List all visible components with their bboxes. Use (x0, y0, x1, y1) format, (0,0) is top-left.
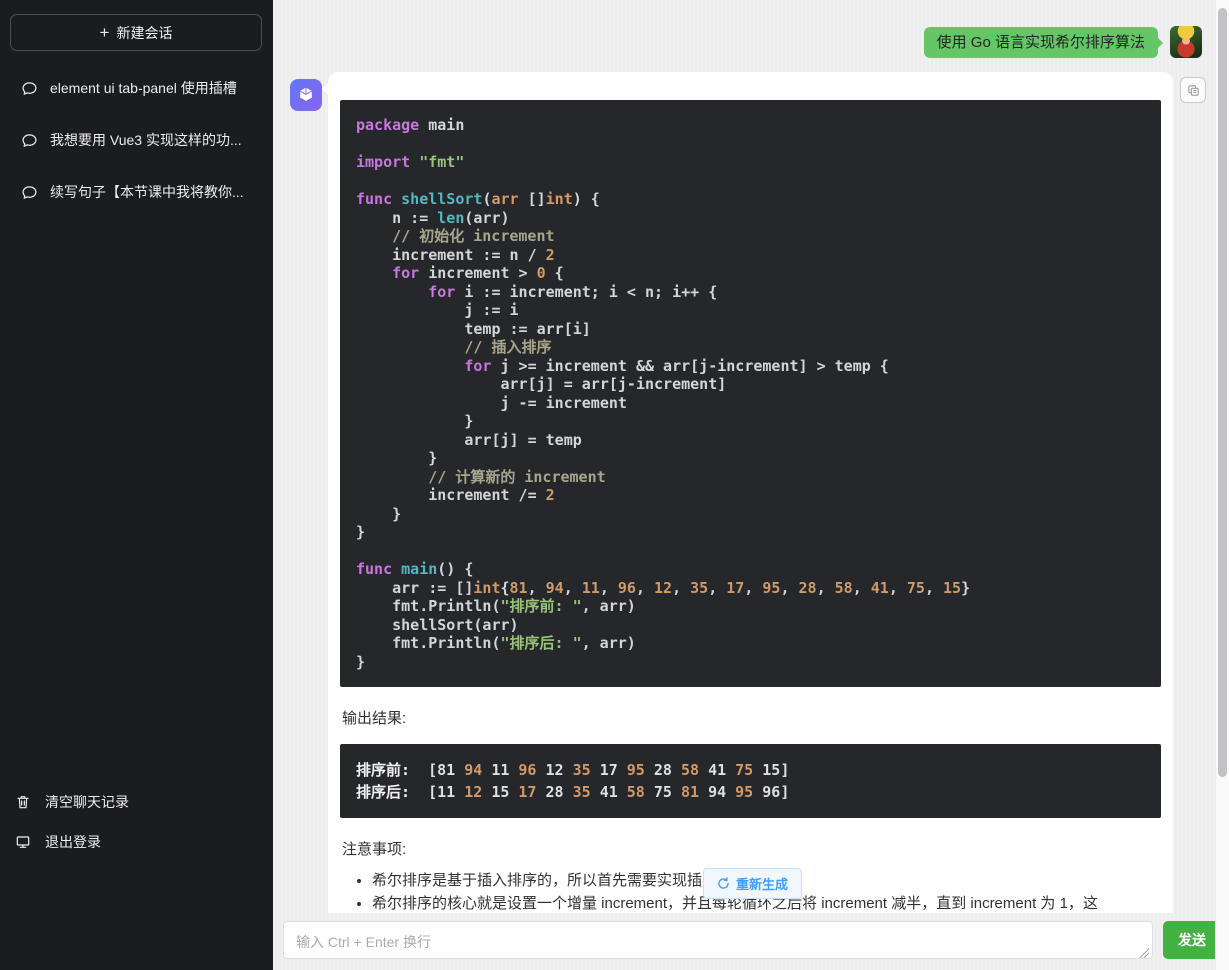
trash-icon (14, 793, 32, 811)
code-line: package main (356, 116, 1145, 135)
logout-label: 退出登录 (45, 832, 101, 852)
code-line: func main() { (356, 560, 1145, 579)
refresh-icon (717, 877, 730, 890)
send-button[interactable]: 发送 (1163, 921, 1221, 959)
code-line: for j >= increment && arr[j-increment] >… (356, 357, 1145, 376)
code-line: } (356, 449, 1145, 468)
code-line (356, 172, 1145, 191)
regenerate-button[interactable]: 重新生成 (703, 868, 802, 899)
history-item[interactable]: 续写句子【本节课中我将教你... (0, 166, 273, 218)
regenerate-label: 重新生成 (736, 874, 788, 893)
code-line: fmt.Println("排序前: ", arr) (356, 597, 1145, 616)
notes-label: 注意事项: (342, 838, 1161, 859)
code-line: arr[j] = arr[j-increment] (356, 375, 1145, 394)
code-line: func shellSort(arr []int) { (356, 190, 1145, 209)
code-line: temp := arr[i] (356, 320, 1145, 339)
history-item[interactable]: 我想要用 Vue3 实现这样的功... (0, 114, 273, 166)
code-line: } (356, 523, 1145, 542)
code-line: for increment > 0 { (356, 264, 1145, 283)
user-message-bubble: 使用 Go 语言实现希尔排序算法 (924, 27, 1158, 58)
app-window: + 新建会话 element ui tab-panel 使用插槽 我想要用 Vu… (0, 0, 1229, 970)
new-chat-label: 新建会话 (116, 23, 172, 43)
assistant-message-bubble: package main import "fmt" func shellSort… (328, 72, 1173, 913)
code-line: } (356, 653, 1145, 672)
history-item[interactable]: element ui tab-panel 使用插槽 (0, 62, 273, 114)
chat-main: 使用 Go 语言实现希尔排序算法 package main import "fm… (273, 0, 1229, 970)
chat-scroll-area[interactable]: 使用 Go 语言实现希尔排序算法 package main import "fm… (273, 0, 1229, 913)
code-line (356, 542, 1145, 561)
code-line: increment /= 2 (356, 486, 1145, 505)
code-line: } (356, 505, 1145, 524)
output-line: 排序后: [11 12 15 17 28 35 41 58 75 81 94 9… (356, 781, 1145, 803)
history-item-label: element ui tab-panel 使用插槽 (50, 78, 237, 98)
code-line: fmt.Println("排序后: ", arr) (356, 634, 1145, 653)
history-item-label: 我想要用 Vue3 实现这样的功... (50, 130, 242, 150)
code-line: // 插入排序 (356, 338, 1145, 357)
clear-history-label: 清空聊天记录 (45, 792, 129, 812)
code-line: shellSort(arr) (356, 616, 1145, 635)
chat-bubble-icon (20, 79, 38, 97)
code-line: // 计算新的 increment (356, 468, 1145, 487)
clear-history-button[interactable]: 清空聊天记录 (0, 782, 273, 822)
chat-bubble-icon (20, 131, 38, 149)
sidebar: + 新建会话 element ui tab-panel 使用插槽 我想要用 Vu… (0, 0, 273, 970)
sidebar-footer: 清空聊天记录 退出登录 (0, 782, 273, 862)
textarea-resize-handle[interactable] (1139, 948, 1149, 958)
chat-history-list: element ui tab-panel 使用插槽 我想要用 Vue3 实现这样… (0, 62, 273, 218)
output-label: 输出结果: (342, 707, 1161, 728)
code-block[interactable]: package main import "fmt" func shellSort… (340, 100, 1161, 687)
code-line: increment := n / 2 (356, 246, 1145, 265)
user-avatar[interactable] (1170, 26, 1202, 58)
history-item-label: 续写句子【本节课中我将教你... (50, 182, 244, 202)
logout-button[interactable]: 退出登录 (0, 822, 273, 862)
code-line: j -= increment (356, 394, 1145, 413)
scrollbar-thumb[interactable] (1218, 8, 1227, 777)
monitor-icon (14, 833, 32, 851)
scrollbar-track[interactable] (1215, 0, 1229, 970)
code-line: j := i (356, 301, 1145, 320)
code-line: import "fmt" (356, 153, 1145, 172)
copy-message-button[interactable] (1180, 77, 1206, 103)
code-line: arr := []int{81, 94, 11, 96, 12, 35, 17,… (356, 579, 1145, 598)
console-output-block: 排序前: [81 94 11 96 12 35 17 95 28 58 41 7… (340, 744, 1161, 818)
cube-icon (296, 85, 316, 105)
code-line: arr[j] = temp (356, 431, 1145, 450)
code-line: // 初始化 increment (356, 227, 1145, 246)
code-line (356, 135, 1145, 154)
code-line: } (356, 412, 1145, 431)
plus-icon: + (100, 24, 110, 41)
copy-icon (1186, 83, 1201, 98)
message-input[interactable] (283, 921, 1153, 959)
code-line: n := len(arr) (356, 209, 1145, 228)
new-chat-button[interactable]: + 新建会话 (10, 14, 262, 51)
chat-bubble-icon (20, 183, 38, 201)
output-line: 排序前: [81 94 11 96 12 35 17 95 28 58 41 7… (356, 759, 1145, 781)
assistant-avatar (290, 79, 322, 111)
code-line: for i := increment; i < n; i++ { (356, 283, 1145, 302)
